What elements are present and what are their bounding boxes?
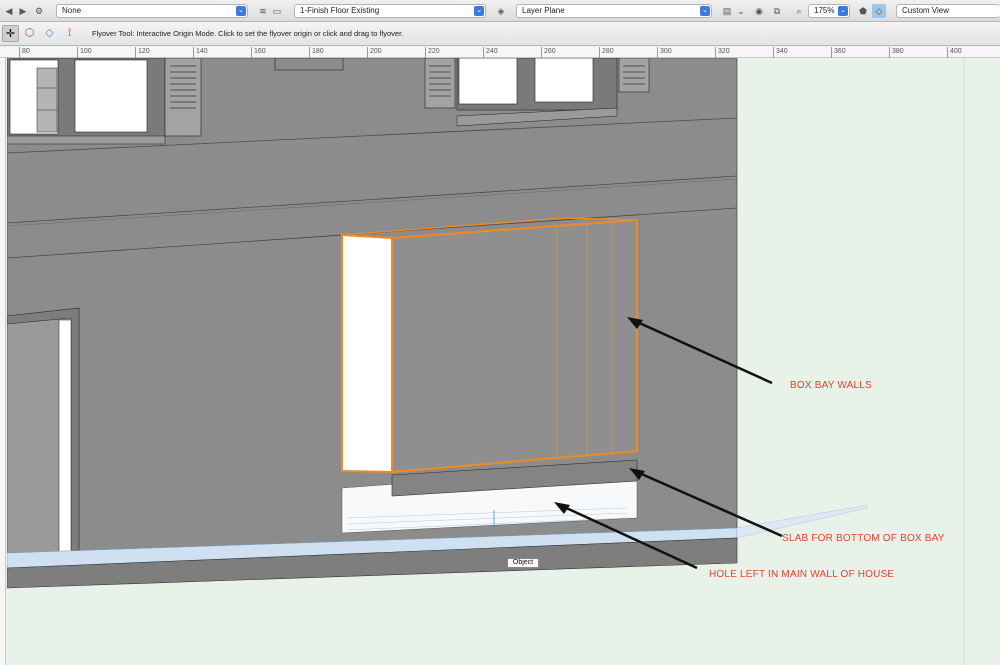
horizontal-ruler: 80 100 120 140 160 180 200 220 240 260 280 300 320 34… bbox=[0, 47, 1000, 58]
ruler-tick-mark bbox=[309, 47, 310, 58]
class-popup[interactable]: None ⌄ bbox=[56, 4, 248, 18]
ruler-tick-label: 240 bbox=[486, 48, 498, 55]
view-bar: ◀ ▶ ⚙ None ⌄ ≋ ▭ 1-Finish Floor Existing… bbox=[0, 0, 1000, 22]
plane-mode-icon[interactable]: ◇ bbox=[41, 25, 58, 42]
ruler-tick-mark bbox=[483, 47, 484, 58]
render-mode-icon[interactable]: ◉ bbox=[752, 4, 766, 18]
layers-icon[interactable]: ≋ bbox=[256, 4, 270, 18]
ruler-tick-mark bbox=[599, 47, 600, 58]
ruler-tick-label: 160 bbox=[254, 48, 266, 55]
ruler-tick-label: 340 bbox=[776, 48, 788, 55]
active-plane-icon[interactable]: ◈ bbox=[494, 4, 508, 18]
layer-options-icon[interactable]: ▭ bbox=[270, 4, 284, 18]
working-plane-icon[interactable]: ◇ bbox=[872, 4, 886, 18]
interactive-origin-mode-icon[interactable]: ✛ bbox=[2, 25, 19, 42]
layer-popup-value: 1-Finish Floor Existing bbox=[300, 6, 380, 15]
ruler-tick-mark bbox=[657, 47, 658, 58]
ruler-tick-mark bbox=[425, 47, 426, 58]
flyover-view-icon[interactable]: ⟟ bbox=[61, 25, 78, 42]
ruler-tick-label: 180 bbox=[312, 48, 324, 55]
vectorworks-window: ◀ ▶ ⚙ None ⌄ ≋ ▭ 1-Finish Floor Existing… bbox=[0, 0, 1000, 665]
label-box-bay-walls: BOX BAY WALLS bbox=[790, 380, 872, 391]
ruler-tick-label: 320 bbox=[718, 48, 730, 55]
view-cube-icon[interactable]: ⬟ bbox=[856, 4, 870, 18]
ground-floor-door bbox=[7, 307, 80, 556]
ruler-tick-mark bbox=[251, 47, 252, 58]
chevron-down-icon: ⌄ bbox=[474, 6, 484, 16]
view-popup-value: Custom View bbox=[902, 6, 949, 15]
projection-icon[interactable]: ⧉ bbox=[770, 4, 784, 18]
tool-help-text: Flyover Tool: Interactive Origin Mode. C… bbox=[92, 29, 404, 38]
cube-mode-icon[interactable]: ⬡ bbox=[21, 25, 38, 42]
ruler-tick-mark bbox=[715, 47, 716, 58]
ruler-tick-mark bbox=[77, 47, 78, 58]
saved-views-icon[interactable]: ▤ bbox=[720, 4, 734, 18]
ruler-tick-mark bbox=[367, 47, 368, 58]
ruler-tick-label: 380 bbox=[892, 48, 904, 55]
chevron-down-icon: ⌄ bbox=[700, 6, 710, 16]
ruler-tick-mark bbox=[19, 47, 20, 58]
zoom-value: 175% bbox=[814, 6, 835, 15]
ruler-tick-mark bbox=[135, 47, 136, 58]
ruler-tick-label: 120 bbox=[138, 48, 150, 55]
ruler-tick-label: 280 bbox=[602, 48, 614, 55]
ruler-tick-label: 260 bbox=[544, 48, 556, 55]
ruler-tick-label: 100 bbox=[80, 48, 92, 55]
class-visibility-icon[interactable]: ⚙ bbox=[32, 4, 46, 18]
chevron-down-icon: ⌄ bbox=[838, 6, 848, 16]
plane-popup[interactable]: Layer Plane ⌄ bbox=[516, 4, 712, 18]
label-hole: HOLE LEFT IN MAIN WALL OF HOUSE bbox=[709, 569, 895, 580]
ruler-tick-label: 360 bbox=[834, 48, 846, 55]
ruler-tick-mark bbox=[947, 47, 948, 58]
vertical-ruler bbox=[0, 58, 6, 665]
forward-arrow-icon[interactable]: ▶ bbox=[16, 4, 30, 18]
class-popup-value: None bbox=[62, 6, 82, 15]
ruler-tick-label: 400 bbox=[950, 48, 962, 55]
ruler-tick-mark bbox=[541, 47, 542, 58]
zoom-field[interactable]: 175% ⌄ bbox=[808, 4, 850, 18]
drawing-area[interactable]: Object BOX BAY WALLS SLAB FOR BOTTOM OF … bbox=[7, 58, 1000, 665]
saved-views-menu-icon[interactable]: ⌄ bbox=[734, 4, 748, 18]
ruler-tick-mark bbox=[193, 47, 194, 58]
ruler-tick-label: 300 bbox=[660, 48, 672, 55]
ruler-tick-label: 220 bbox=[428, 48, 440, 55]
label-slab: SLAB FOR BOTTOM OF BOX BAY bbox=[782, 533, 945, 544]
upper-left-window bbox=[7, 58, 202, 145]
tool-bar: ✛ ⬡ ◇ ⟟ Flyover Tool: Interactive Origin… bbox=[0, 22, 1000, 46]
layer-popup[interactable]: 1-Finish Floor Existing ⌄ bbox=[294, 4, 486, 18]
ruler-tick-mark bbox=[889, 47, 890, 58]
ruler-tick-label: 200 bbox=[370, 48, 382, 55]
ruler-tick-label: 140 bbox=[196, 48, 208, 55]
ruler-tick-label: 80 bbox=[22, 48, 30, 55]
plane-popup-value: Layer Plane bbox=[522, 6, 565, 15]
view-popup[interactable]: Custom View bbox=[896, 4, 1000, 18]
ruler-tick-mark bbox=[831, 47, 832, 58]
ruler-tick-mark bbox=[773, 47, 774, 58]
back-arrow-icon[interactable]: ◀ bbox=[2, 4, 16, 18]
chevron-down-icon: ⌄ bbox=[236, 6, 246, 16]
upper-right-window bbox=[424, 58, 650, 127]
zoom-icon[interactable]: ⌕ bbox=[792, 4, 806, 18]
object-snap-tag: Object bbox=[507, 558, 539, 568]
window-sill bbox=[274, 58, 344, 71]
box-bay bbox=[341, 217, 638, 474]
